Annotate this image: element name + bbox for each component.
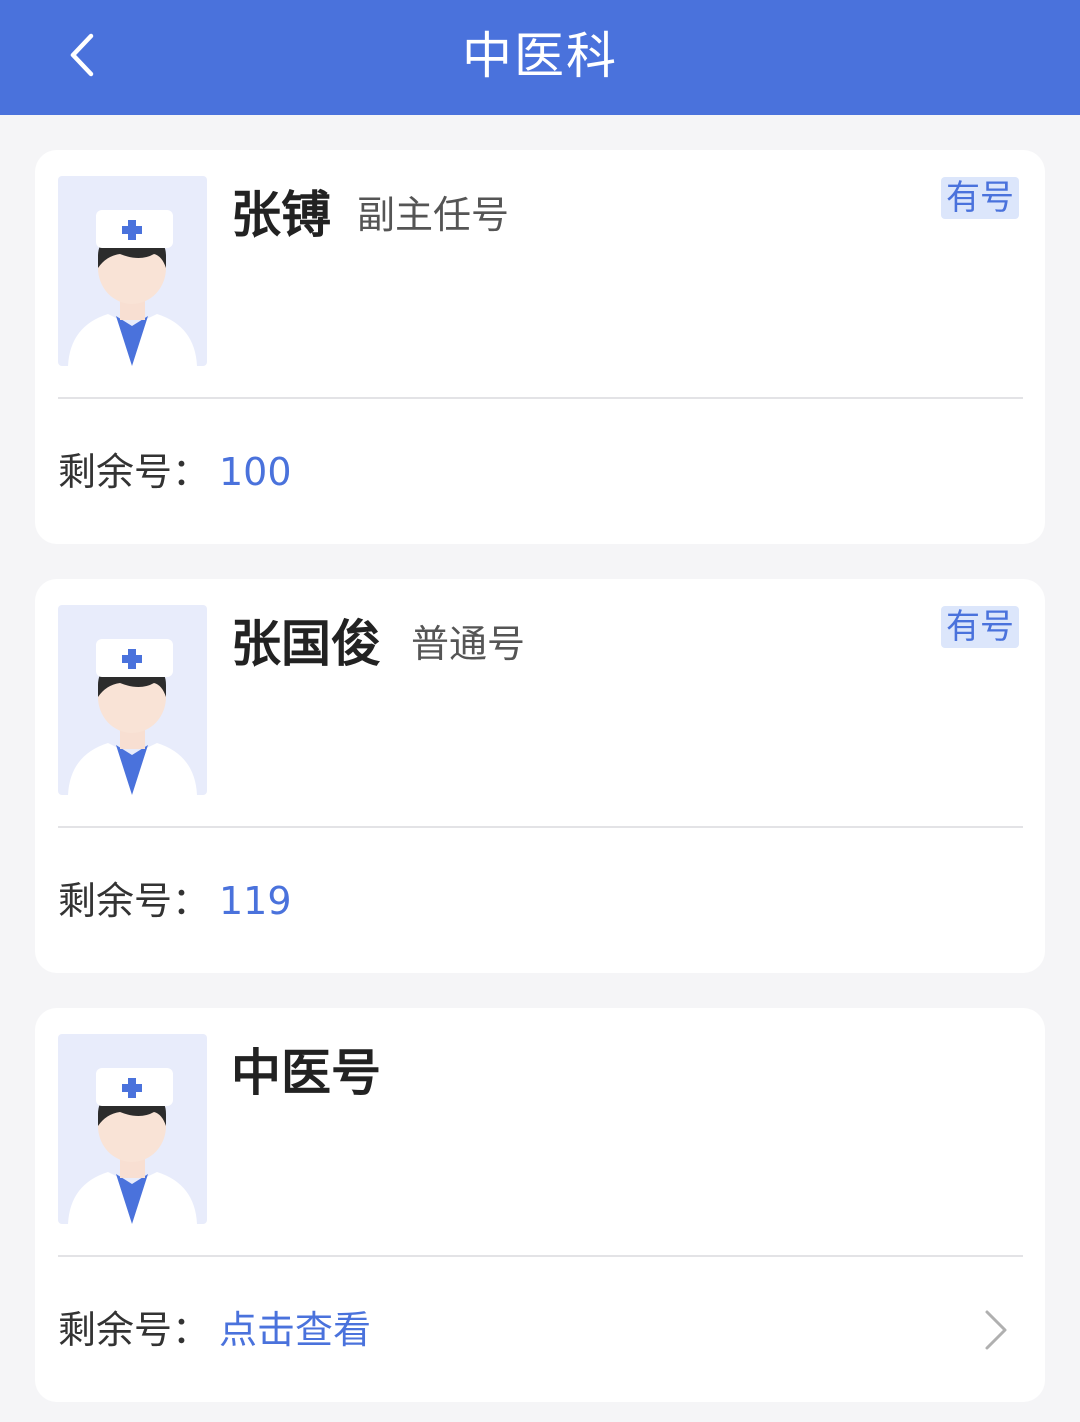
divider [58, 1255, 1023, 1257]
view-remaining-link[interactable]: 点击查看 [219, 1300, 371, 1360]
doctor-avatar-icon [58, 176, 207, 366]
divider [58, 397, 1023, 399]
remaining-count: 119 [219, 879, 292, 923]
availability-badge: 有号 [941, 606, 1019, 648]
availability-badge: 有号 [941, 177, 1019, 219]
page-title: 中医科 [462, 27, 618, 85]
remaining-label: 剩余号： [58, 450, 211, 494]
remaining-count: 100 [219, 450, 292, 494]
doctor-name: 张国俊 [231, 615, 381, 673]
doctor-level: 普通号 [411, 622, 526, 666]
remaining-label: 剩余号： [58, 879, 211, 923]
doctor-name: 中医号 [231, 1044, 381, 1102]
divider [58, 826, 1023, 828]
doctor-card[interactable]: 张国俊 普通号 有号 剩余号： 119 [35, 579, 1045, 973]
doctor-avatar-icon [58, 1034, 207, 1224]
nav-bar: 中医科 [0, 0, 1080, 115]
doctor-avatar-icon [58, 605, 207, 795]
doctor-card[interactable]: 张镈 副主任号 有号 剩余号： 100 [35, 150, 1045, 544]
remaining-label: 剩余号： [58, 1308, 211, 1352]
doctor-level: 副主任号 [357, 193, 510, 237]
doctor-card[interactable]: 中医号 剩余号： 点击查看 [35, 1008, 1045, 1402]
chevron-right-icon[interactable] [981, 1308, 1011, 1352]
doctor-name: 张镈 [231, 186, 331, 244]
